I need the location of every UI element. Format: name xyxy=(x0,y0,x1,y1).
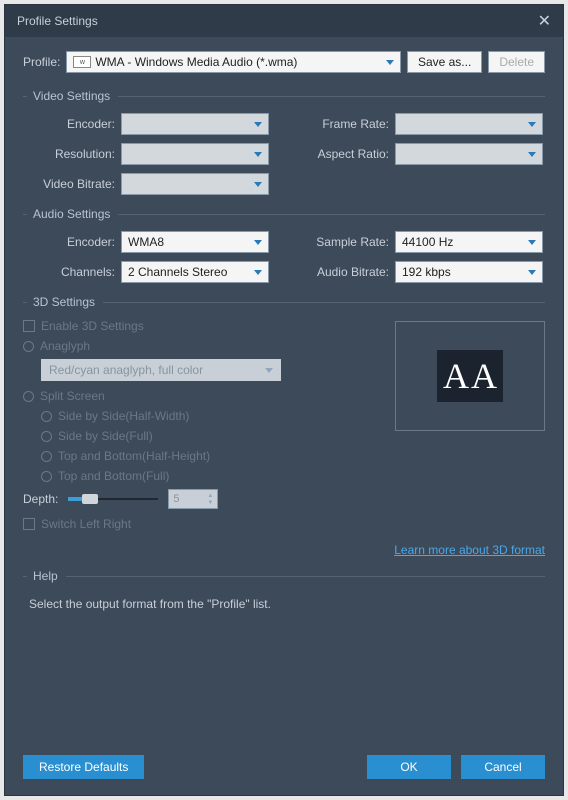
chevron-down-icon xyxy=(254,152,262,157)
wma-format-icon: w xyxy=(73,56,91,68)
content-area: Profile: w WMA - Windows Media Audio (*.… xyxy=(5,37,563,755)
chevron-down-icon xyxy=(528,152,536,157)
audio-settings-header: Audio Settings xyxy=(23,207,545,221)
sbs-full-radio: Side by Side(Full) xyxy=(23,429,375,443)
ok-button[interactable]: OK xyxy=(367,755,451,779)
depth-slider[interactable] xyxy=(68,493,158,505)
anaglyph-radio: Anaglyph xyxy=(23,339,375,353)
video-bitrate-label: Video Bitrate: xyxy=(25,177,121,191)
video-settings-header: Video Settings xyxy=(23,89,545,103)
radio-icon xyxy=(23,341,34,352)
resolution-label: Resolution: xyxy=(25,147,121,161)
aspect-ratio-select[interactable] xyxy=(395,143,543,165)
video-encoder-label: Encoder: xyxy=(25,117,121,131)
footer: Restore Defaults OK Cancel xyxy=(5,755,563,795)
tab-half-radio: Top and Bottom(Half-Height) xyxy=(23,449,375,463)
channels-label: Channels: xyxy=(25,265,121,279)
delete-button: Delete xyxy=(488,51,545,73)
spin-up-icon: ▲ xyxy=(207,493,213,499)
spin-down-icon: ▼ xyxy=(207,500,213,506)
profile-row: Profile: w WMA - Windows Media Audio (*.… xyxy=(23,51,545,73)
audio-encoder-select[interactable]: WMA8 xyxy=(121,231,269,253)
checkbox-icon xyxy=(23,518,35,530)
profile-label: Profile: xyxy=(23,55,60,69)
profile-select[interactable]: w WMA - Windows Media Audio (*.wma) xyxy=(66,51,401,73)
checkbox-icon xyxy=(23,320,35,332)
chevron-down-icon xyxy=(386,60,394,65)
3d-preview: A A xyxy=(395,321,545,431)
3d-settings-section: 3D Settings Enable 3D Settings Anaglyph … xyxy=(23,295,545,557)
video-bitrate-select[interactable] xyxy=(121,173,269,195)
learn-more-3d-link[interactable]: Learn more about 3D format xyxy=(394,543,545,557)
close-icon[interactable]: ✕ xyxy=(538,11,551,31)
help-text: Select the output format from the "Profi… xyxy=(23,593,545,615)
audio-settings-section: Audio Settings Encoder: WMA8 Sample Rate… xyxy=(23,207,545,283)
help-title: Help xyxy=(33,569,58,583)
depth-spinner: 5 ▲▼ xyxy=(168,489,218,509)
3d-settings-header: 3D Settings xyxy=(23,295,545,309)
switch-lr-checkbox: Switch Left Right xyxy=(23,517,375,531)
cancel-button[interactable]: Cancel xyxy=(461,755,545,779)
profile-value: WMA - Windows Media Audio (*.wma) xyxy=(95,55,382,69)
save-as-button[interactable]: Save as... xyxy=(407,51,482,73)
tab-full-radio: Top and Bottom(Full) xyxy=(23,469,375,483)
chevron-down-icon xyxy=(254,122,262,127)
resolution-select[interactable] xyxy=(121,143,269,165)
sbs-half-radio: Side by Side(Half-Width) xyxy=(23,409,375,423)
restore-defaults-button[interactable]: Restore Defaults xyxy=(23,755,144,779)
video-encoder-select[interactable] xyxy=(121,113,269,135)
titlebar: Profile Settings ✕ xyxy=(5,5,563,37)
sample-rate-select[interactable]: 44100 Hz xyxy=(395,231,543,253)
aspect-ratio-label: Aspect Ratio: xyxy=(299,147,395,161)
split-screen-radio: Split Screen xyxy=(23,389,375,403)
frame-rate-label: Frame Rate: xyxy=(299,117,395,131)
radio-icon xyxy=(23,391,34,402)
video-settings-title: Video Settings xyxy=(33,89,110,103)
audio-bitrate-label: Audio Bitrate: xyxy=(299,265,395,279)
audio-settings-title: Audio Settings xyxy=(33,207,110,221)
help-header: Help xyxy=(23,569,545,583)
preview-right-a: A xyxy=(471,358,497,394)
frame-rate-select[interactable] xyxy=(395,113,543,135)
video-settings-section: Video Settings Encoder: Frame Rate: Reso… xyxy=(23,89,545,195)
chevron-down-icon xyxy=(528,122,536,127)
anaglyph-mode-select: Red/cyan anaglyph, full color xyxy=(41,359,281,381)
chevron-down-icon xyxy=(528,270,536,275)
depth-label: Depth: xyxy=(23,492,58,506)
radio-icon xyxy=(41,471,52,482)
depth-row: Depth: 5 ▲▼ xyxy=(23,489,375,509)
3d-settings-title: 3D Settings xyxy=(33,295,95,309)
sample-rate-label: Sample Rate: xyxy=(299,235,395,249)
radio-icon xyxy=(41,431,52,442)
chevron-down-icon xyxy=(254,270,262,275)
chevron-down-icon xyxy=(528,240,536,245)
chevron-down-icon xyxy=(265,368,273,373)
help-section: Help Select the output format from the "… xyxy=(23,569,545,615)
chevron-down-icon xyxy=(254,182,262,187)
radio-icon xyxy=(41,411,52,422)
profile-settings-window: Profile Settings ✕ Profile: w WMA - Wind… xyxy=(4,4,564,796)
audio-encoder-label: Encoder: xyxy=(25,235,121,249)
audio-bitrate-select[interactable]: 192 kbps xyxy=(395,261,543,283)
preview-left-a: A xyxy=(443,358,469,394)
enable-3d-checkbox[interactable]: Enable 3D Settings xyxy=(23,319,375,333)
window-title: Profile Settings xyxy=(17,14,98,28)
radio-icon xyxy=(41,451,52,462)
chevron-down-icon xyxy=(254,240,262,245)
channels-select[interactable]: 2 Channels Stereo xyxy=(121,261,269,283)
